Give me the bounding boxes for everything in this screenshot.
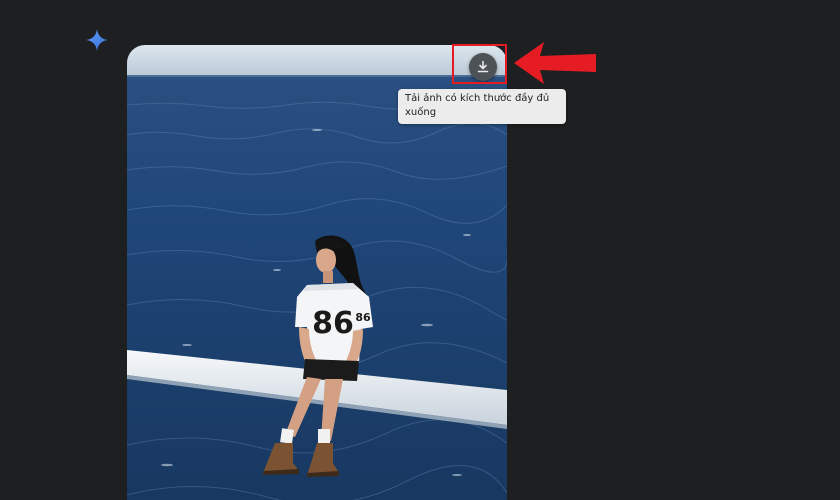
gemini-chat-view: 86 86 Tải ảnh có kích thước đầy đủ xuống [0,0,840,500]
download-tooltip: Tải ảnh có kích thước đầy đủ xuống [398,89,566,124]
annotation-arrow-icon [514,42,596,84]
annotation-highlight-box [452,44,507,84]
jersey-number: 86 [312,306,354,341]
sparkle-icon [86,29,108,51]
jersey-sleeve-number: 86 [355,311,371,324]
